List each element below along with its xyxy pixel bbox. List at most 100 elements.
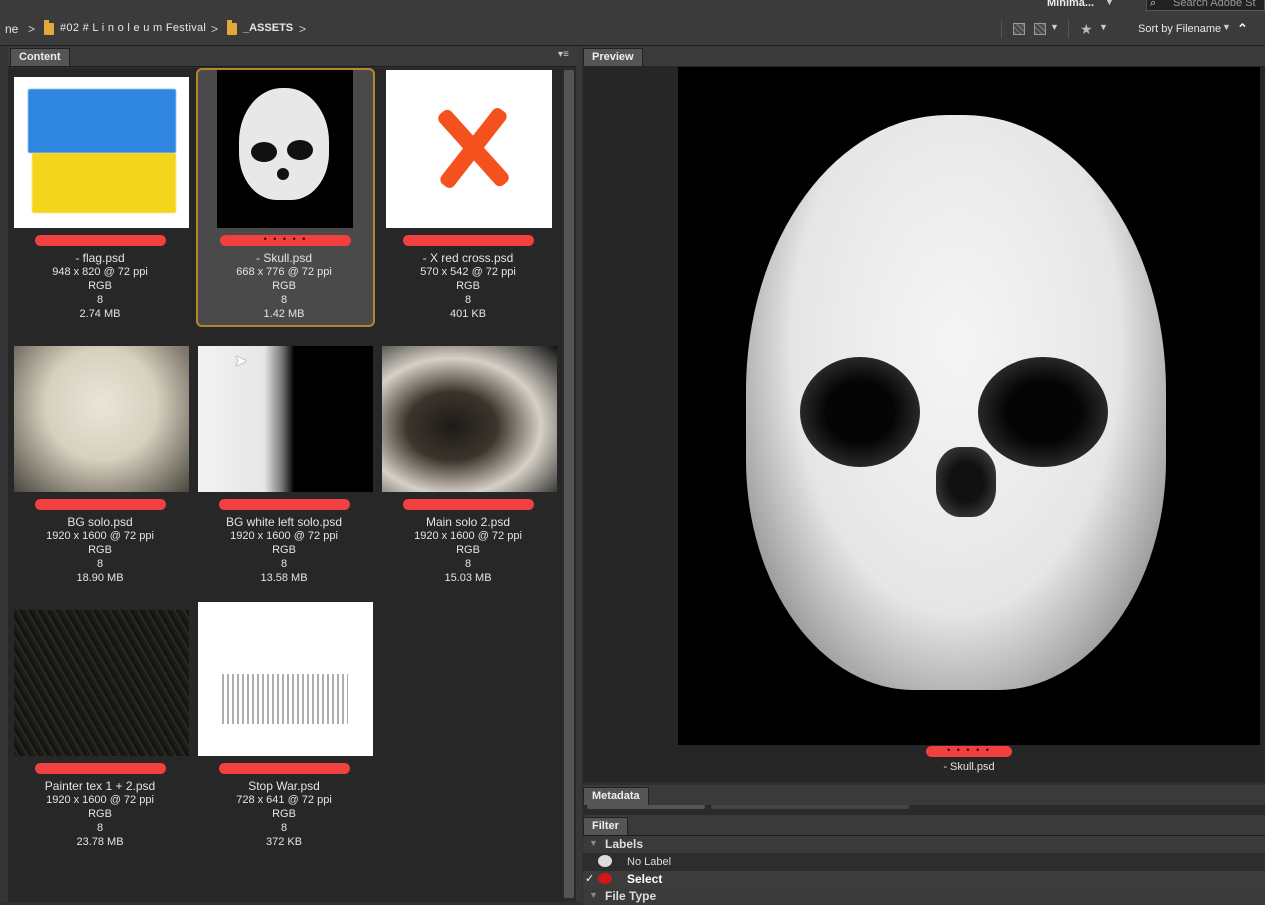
preview-tabbar: Preview — [583, 46, 1265, 67]
chevron-right-icon[interactable]: > — [211, 22, 218, 36]
file-name[interactable]: Stop War.psd — [195, 779, 373, 793]
label-rating-bar[interactable] — [35, 763, 166, 774]
file-size: 18.90 MB — [76, 572, 124, 584]
sort-menu[interactable]: Sort by Filename — [1138, 23, 1221, 35]
file-dimensions: 1920 x 1600 @ 72 ppi — [46, 794, 154, 806]
chevron-down-icon[interactable]: ▼ — [1099, 22, 1108, 32]
file-dimensions: 1920 x 1600 @ 72 ppi — [46, 530, 154, 542]
tab-content[interactable]: Content — [10, 48, 70, 66]
app-top-strip: Minima... ▼ ⌕ Search Adobe St — [0, 0, 1265, 14]
scrollbar-thumb[interactable] — [564, 70, 574, 898]
chevron-right-icon[interactable]: > — [28, 22, 35, 36]
sort-ascending-icon[interactable]: ⌃ — [1237, 21, 1248, 37]
chevron-down-icon[interactable]: ▼ — [1105, 0, 1114, 7]
file-name[interactable]: Main solo 2.psd — [379, 515, 557, 529]
tab-metadata[interactable]: Metadata — [583, 787, 649, 805]
file-name[interactable]: - Skull.psd — [195, 251, 373, 265]
preview-image-skull[interactable] — [678, 67, 1260, 745]
filter-row-select[interactable]: ✓ Select — [583, 871, 1265, 888]
metadata-tabbar: Metadata — [583, 785, 1265, 806]
star-icon[interactable]: ★ — [1080, 21, 1093, 38]
file-dimensions: 570 x 542 @ 72 ppi — [420, 266, 516, 278]
file-info: - Skull.psd 668 x 776 @ 72 ppi RGB 8 1.4… — [195, 251, 373, 321]
skull-eye-right — [978, 357, 1108, 467]
label-rating-bar[interactable] — [219, 763, 350, 774]
file-info: Stop War.psd 728 x 641 @ 72 ppi RGB 8 37… — [195, 779, 373, 849]
filter-section-file-type[interactable]: ▼ File Type — [583, 888, 1265, 905]
chevron-down-icon[interactable]: ▼ — [1050, 22, 1059, 32]
filter-section-labels[interactable]: ▼ Labels — [583, 836, 1265, 853]
thumbnail-bg-white-left-solo[interactable] — [198, 346, 373, 492]
file-info: - flag.psd 948 x 820 @ 72 ppi RGB 8 2.74… — [11, 251, 189, 321]
breadcrumb-item-assets[interactable]: _ASSETS — [243, 22, 293, 34]
thumbnail-x-red-cross[interactable] — [386, 70, 552, 228]
panel-splitter[interactable] — [576, 46, 582, 902]
file-name[interactable]: Painter tex 1 + 2.psd — [11, 779, 189, 793]
breadcrumb-item-parent[interactable]: ne — [5, 22, 18, 36]
breadcrumb-item-festival[interactable]: #02 # L i n o l e u m Festival — [60, 22, 206, 34]
file-info: Painter tex 1 + 2.psd 1920 x 1600 @ 72 p… — [11, 779, 189, 849]
file-bit-depth: 8 — [280, 822, 288, 834]
tab-preview[interactable]: Preview — [583, 48, 643, 66]
label-rating-bar[interactable] — [403, 235, 534, 246]
file-info: BG white left solo.psd 1920 x 1600 @ 72 … — [195, 515, 373, 585]
file-dimensions: 728 x 641 @ 72 ppi — [236, 794, 332, 806]
filter-row-no-label[interactable]: No Label — [583, 854, 1265, 871]
metadata-field[interactable] — [711, 805, 909, 809]
file-color-mode: RGB — [272, 544, 296, 556]
left-gutter — [0, 46, 8, 902]
label-rating-bar[interactable] — [35, 235, 166, 246]
toolbar-divider — [1068, 20, 1069, 38]
file-color-mode: RGB — [88, 280, 112, 292]
file-name[interactable]: BG white left solo.psd — [195, 515, 373, 529]
label-rating-bar[interactable]: • • • • • — [220, 235, 351, 246]
filter-item-no-label: No Label — [627, 856, 672, 868]
stop-war-artwork — [222, 674, 348, 724]
file-color-mode: RGB — [456, 544, 480, 556]
file-dimensions: 1920 x 1600 @ 72 ppi — [414, 530, 522, 542]
filter-header-file-type: File Type — [605, 889, 657, 903]
path-bar: ne > #02 # L i n o l e u m Festival > _A… — [0, 14, 1265, 46]
file-color-mode: RGB — [272, 280, 296, 292]
file-bit-depth: 8 — [280, 558, 288, 570]
disclosure-triangle-icon[interactable]: ▼ — [589, 890, 598, 900]
content-grid: - flag.psd 948 x 820 @ 72 ppi RGB 8 2.74… — [8, 68, 562, 902]
file-bit-depth: 8 — [96, 822, 104, 834]
panel-menu-icon[interactable]: ▾≡ — [558, 49, 569, 60]
content-scrollbar[interactable] — [562, 68, 576, 902]
red-label-icon — [598, 873, 612, 884]
file-size: 372 KB — [265, 836, 303, 848]
file-name[interactable]: - flag.psd — [11, 251, 189, 265]
filter-panel: ▼ Labels No Label ✓ Select ▼ File Type — [583, 836, 1265, 905]
label-rating-bar[interactable] — [403, 499, 534, 510]
metadata-panel — [583, 805, 1265, 815]
file-info: - X red cross.psd 570 x 542 @ 72 ppi RGB… — [379, 251, 557, 321]
thumbnail-main-solo-2[interactable] — [382, 346, 557, 492]
thumbnail-skull[interactable] — [217, 70, 353, 228]
folder-icon — [44, 20, 54, 35]
skull-eye-left — [800, 357, 920, 467]
thumbnail-flag[interactable] — [14, 77, 189, 228]
thumbnail-bg-solo[interactable] — [14, 346, 189, 492]
file-dimensions: 1920 x 1600 @ 72 ppi — [230, 530, 338, 542]
search-box[interactable]: ⌕ Search Adobe St — [1146, 0, 1265, 11]
tab-filter[interactable]: Filter — [583, 817, 628, 835]
label-rating-bar[interactable] — [35, 499, 166, 510]
view-mode-icon[interactable] — [1034, 23, 1046, 35]
chevron-right-icon[interactable]: > — [299, 22, 306, 36]
workspace-menu[interactable]: Minima... — [1047, 0, 1094, 9]
label-rating-bar[interactable] — [219, 499, 350, 510]
file-name[interactable]: - X red cross.psd — [379, 251, 557, 265]
file-color-mode: RGB — [88, 544, 112, 556]
file-color-mode: RGB — [456, 280, 480, 292]
thumbnail-painter-tex[interactable] — [14, 610, 189, 756]
thumbnail-stop-war[interactable] — [198, 602, 373, 756]
chevron-down-icon[interactable]: ▼ — [1222, 22, 1231, 32]
thumbnail-quality-icon[interactable] — [1013, 23, 1025, 35]
search-input[interactable]: Search Adobe St — [1173, 0, 1256, 9]
search-icon: ⌕ — [1150, 0, 1157, 9]
disclosure-triangle-icon[interactable]: ▼ — [589, 838, 598, 848]
file-name[interactable]: BG solo.psd — [11, 515, 189, 529]
metadata-field[interactable] — [587, 805, 705, 809]
preview-label-rating[interactable]: • • • • • — [926, 746, 1012, 757]
